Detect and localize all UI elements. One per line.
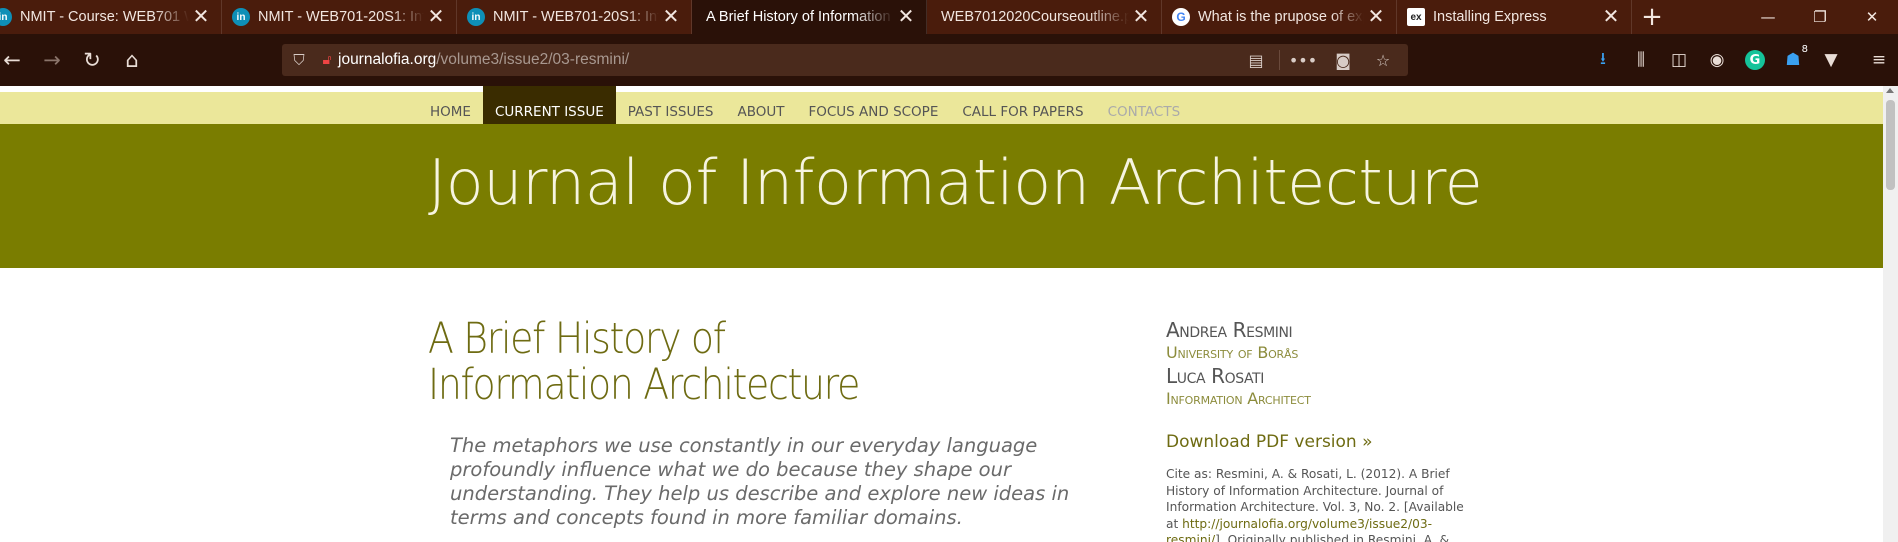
url-host: journalofia.org: [338, 51, 437, 68]
tab-title: NMIT - WEB701-20S1: Info: [493, 9, 659, 25]
close-tab-icon[interactable]: ✕: [894, 7, 918, 27]
nmit-favicon-icon: in: [467, 8, 485, 26]
author-name: Andrea Resmini: [1166, 318, 1293, 342]
vpn-extension-icon[interactable]: ▼: [1812, 40, 1850, 80]
article-epigraph: The metaphors we use constantly in our e…: [450, 434, 1070, 529]
pocket-icon[interactable]: ◙: [1326, 51, 1360, 70]
author-name: Luca Rosati: [1166, 364, 1264, 388]
close-tab-icon[interactable]: ✕: [189, 7, 213, 27]
page-actions-more-icon[interactable]: •••: [1286, 51, 1320, 70]
page-scrollbar[interactable]: [1883, 86, 1898, 542]
sidebar-toggle-icon[interactable]: ◫: [1660, 40, 1698, 80]
page-content: HOME CURRENT ISSUE PAST ISSUES ABOUT FOCUS A…: [0, 86, 1883, 542]
article-sidebar: Andrea Resmini University of Borås Luca Ro…: [1166, 318, 1466, 542]
site-nav-bar: HOME CURRENT ISSUE PAST ISSUES ABOUT FOCUS A…: [0, 86, 1883, 130]
window-controls: — ❐ ✕: [1742, 0, 1898, 34]
close-tab-icon[interactable]: ✕: [424, 7, 448, 27]
forward-button[interactable]: →: [32, 40, 72, 80]
close-tab-icon[interactable]: ✕: [1129, 7, 1153, 27]
new-tab-button[interactable]: +: [1632, 0, 1672, 34]
insecure-lock-icon[interactable]: 🔓︎: [316, 52, 338, 68]
grammarly-icon: G: [1745, 50, 1765, 70]
home-button[interactable]: ⌂: [112, 40, 152, 80]
tab-title: What is the prupose of exp: [1198, 9, 1364, 25]
tab-title: NMIT - Course: WEB701 W: [20, 9, 189, 25]
url-actions: ▤ ••• ◙ ☆: [1239, 44, 1400, 76]
tab-title: A Brief History of Information A: [706, 9, 894, 25]
extension-icon[interactable]: ☗ 8: [1774, 40, 1812, 80]
back-button[interactable]: ←: [0, 40, 32, 80]
tab-title: WEB7012020Courseoutline.pdf: [941, 9, 1129, 25]
tab-title: NMIT - WEB701-20S1: Info: [258, 9, 424, 25]
tab[interactable]: ex Installing Express ✕: [1397, 0, 1632, 34]
author-affiliation: Information Architect: [1166, 389, 1311, 408]
scrollbar-thumb[interactable]: [1886, 100, 1895, 190]
account-icon[interactable]: ◉: [1698, 40, 1736, 80]
downloads-icon[interactable]: ⭳: [1584, 40, 1622, 80]
reader-view-icon[interactable]: ▤: [1239, 51, 1273, 70]
toolbar-right: ⭳ ⫼ ◫ ◉ G ☗ 8 ▼ ≡: [1584, 34, 1898, 86]
tab-strip: inNMIT - Course: WEB701 W✕inNMIT - WEB70…: [0, 0, 1898, 34]
citation: Cite as: Resmini, A. & Rosati, L. (2012)…: [1166, 466, 1466, 542]
nmit-favicon-icon: in: [232, 8, 250, 26]
express-favicon-icon: ex: [1407, 8, 1425, 26]
close-tab-icon[interactable]: ✕: [1599, 7, 1623, 27]
tab[interactable]: in NMIT - Course: WEB701 W✕: [0, 0, 222, 34]
tracking-protection-shield-icon[interactable]: ⛉: [282, 51, 316, 69]
url-path: /volume3/issue2/03-resmini/: [436, 51, 630, 68]
citation-suffix: ]. Originally published in Resmini, A. &: [1215, 533, 1450, 542]
url-actions-divider: [1279, 50, 1280, 70]
extension-badge: 8: [1801, 44, 1808, 55]
site-nav: HOME CURRENT ISSUE PAST ISSUES ABOUT FOCUS A…: [418, 86, 1192, 130]
navigation-toolbar: ← → ↻ ⌂ ⛉ 🔓︎ journalofia.org/volume3/iss…: [0, 34, 1898, 86]
library-icon[interactable]: ⫼: [1622, 40, 1660, 80]
tab[interactable]: G What is the prupose of exp ✕: [1162, 0, 1397, 34]
tab[interactable]: A Brief History of Information A ✕: [692, 0, 927, 34]
author-list: Andrea Resmini University of Borås Luca Ro…: [1166, 318, 1466, 410]
minimize-button[interactable]: —: [1742, 0, 1794, 34]
tab[interactable]: in NMIT - WEB701-20S1: Info ✕: [222, 0, 457, 34]
scroll-up-arrow-icon[interactable]: [1886, 88, 1894, 93]
url-text[interactable]: journalofia.org/volume3/issue2/03-resmin…: [338, 51, 629, 69]
nmit-favicon-icon: in: [0, 8, 12, 26]
restore-button[interactable]: ❐: [1794, 0, 1846, 34]
close-window-button[interactable]: ✕: [1846, 0, 1898, 34]
tab-title: Installing Express: [1433, 9, 1547, 25]
google-favicon-icon: G: [1172, 8, 1190, 26]
close-tab-icon[interactable]: ✕: [659, 7, 683, 27]
reload-button[interactable]: ↻: [72, 40, 112, 80]
journal-title[interactable]: Journal of Information Architecture: [428, 146, 1483, 219]
author-affiliation: University of Borås: [1166, 343, 1299, 362]
download-pdf-link[interactable]: Download PDF version »: [1166, 432, 1466, 452]
grammarly-extension-icon[interactable]: G: [1736, 40, 1774, 80]
extension-glyph-icon: ☗: [1785, 50, 1801, 70]
bookmark-star-icon[interactable]: ☆: [1366, 51, 1400, 70]
close-tab-icon[interactable]: ✕: [1364, 7, 1388, 27]
app-menu-icon[interactable]: ≡: [1860, 40, 1898, 80]
address-bar[interactable]: ⛉ 🔓︎ journalofia.org/volume3/issue2/03-r…: [282, 44, 1408, 76]
tab-list: inNMIT - Course: WEB701 W✕inNMIT - WEB70…: [0, 0, 1632, 34]
tab[interactable]: in NMIT - WEB701-20S1: Info ✕: [457, 0, 692, 34]
journal-banner: Journal of Information Architecture: [0, 124, 1883, 268]
tab[interactable]: WEB7012020Courseoutline.pdf ✕: [927, 0, 1162, 34]
article-title: A Brief History of Information Architect…: [428, 314, 860, 410]
